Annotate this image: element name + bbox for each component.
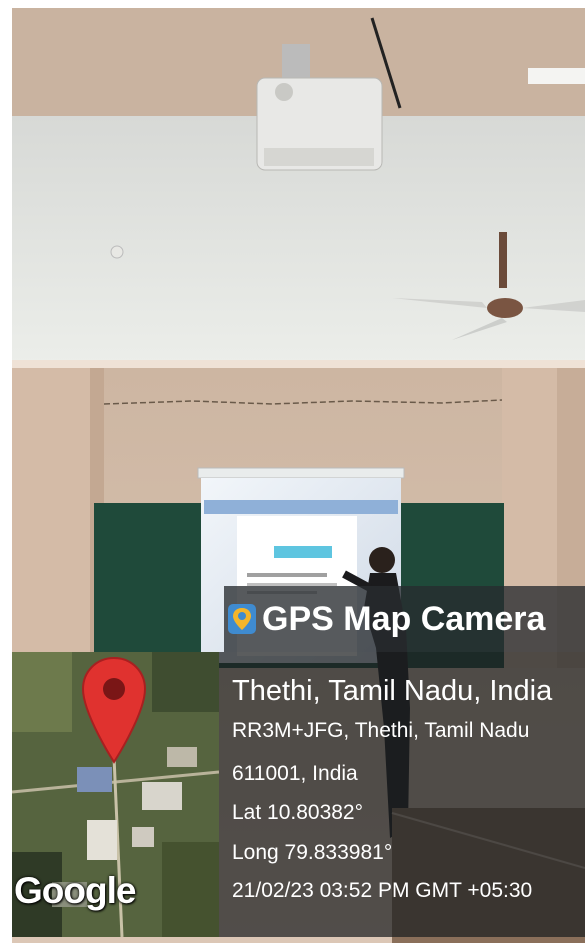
ceiling-light: [528, 68, 585, 84]
google-logo: Google: [14, 870, 136, 911]
app-name-label: GPS Map Camera: [262, 600, 546, 638]
address-line-2: 611001, India: [232, 762, 358, 785]
address-line-1: RR3M+JFG, Thethi, Tamil Nadu: [232, 719, 530, 742]
map-thumbnail: Google: [12, 652, 219, 937]
place-name: Thethi, Tamil Nadu, India: [232, 675, 553, 707]
timestamp-value: 21/02/23 03:52 PM GMT +05:30: [232, 879, 533, 902]
map-pin-camera-icon: [228, 604, 256, 634]
gps-camera-banner: GPS Map Camera: [224, 586, 585, 652]
latitude-value: Lat 10.80382°: [232, 801, 364, 824]
location-pin-icon: [81, 656, 147, 771]
location-info-panel: Thethi, Tamil Nadu, India RR3M+JFG, Thet…: [219, 652, 585, 937]
longitude-value: Long 79.833981°: [232, 841, 393, 864]
